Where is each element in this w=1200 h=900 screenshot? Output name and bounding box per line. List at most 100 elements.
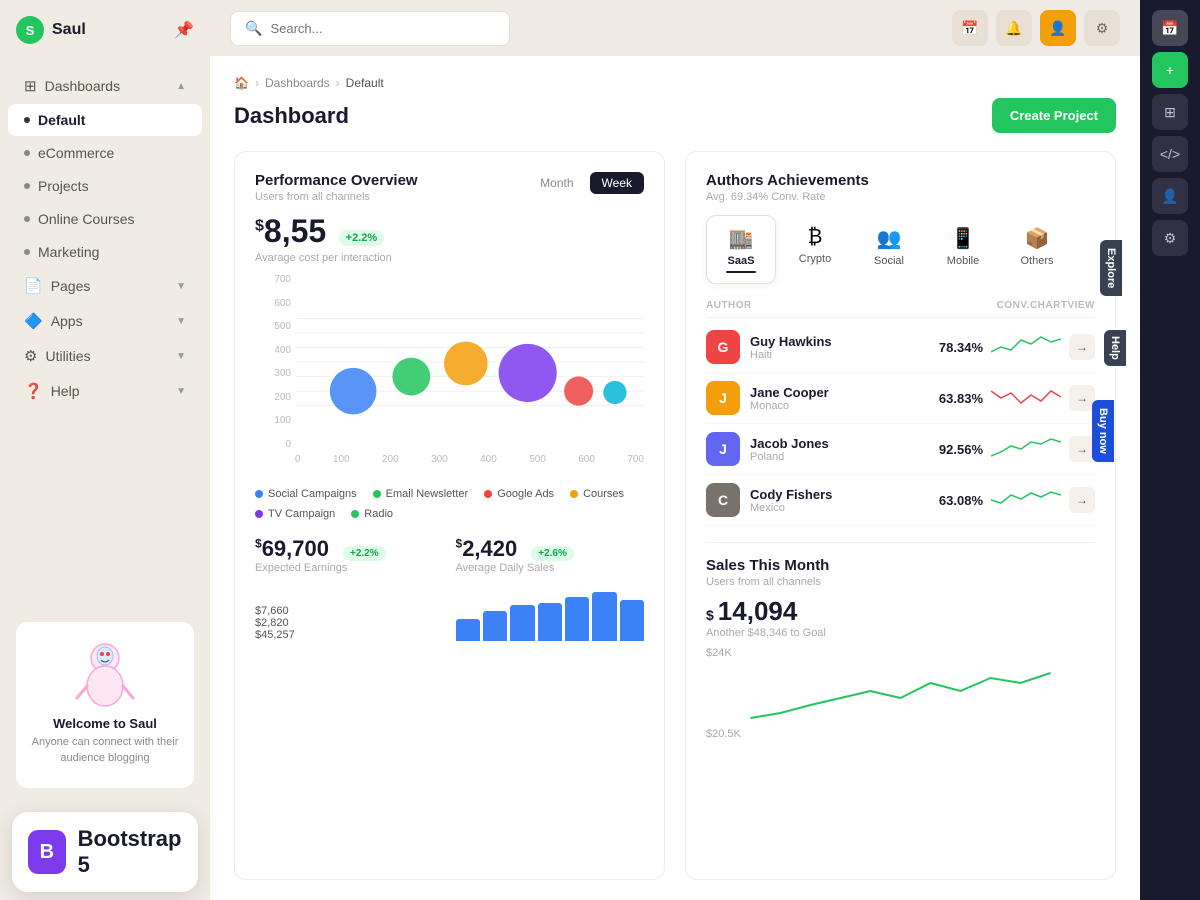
sidebar-item-utilities[interactable]: ⚙ Utilities ▼ [8, 339, 202, 373]
sidebar-item-help[interactable]: ❓ Help ▼ [8, 374, 202, 408]
legend-radio: Radio [351, 508, 393, 520]
pin-icon[interactable]: 📌 [174, 20, 194, 40]
gear-rp-btn[interactable]: ⚙ [1152, 220, 1188, 256]
page-title-row: Dashboard Create Project [234, 98, 1116, 133]
dot-icon [24, 249, 30, 255]
help-icon: ❓ [24, 382, 43, 400]
buy-now-label[interactable]: Buy now [1092, 400, 1114, 462]
search-input[interactable] [270, 21, 495, 36]
author-conv: 63.08% [939, 493, 983, 508]
sidebar-item-marketing[interactable]: Marketing [8, 236, 202, 268]
sidebar-item-pages[interactable]: 📄 Pages ▼ [8, 269, 202, 303]
bubble-social [330, 368, 377, 415]
page-title: Dashboard [234, 103, 349, 129]
mini-chart [991, 383, 1061, 413]
performance-title: Performance Overview [255, 172, 418, 189]
bar [620, 600, 644, 641]
crypto-label: Crypto [799, 253, 831, 265]
tab-month[interactable]: Month [528, 172, 585, 194]
user-rp-btn[interactable]: 👤 [1152, 178, 1188, 214]
authors-title: Authors Achievements [706, 172, 1095, 189]
view-button[interactable]: → [1069, 487, 1095, 513]
sales-chart [706, 663, 1095, 723]
grid-rp-btn[interactable]: ⊞ [1152, 94, 1188, 130]
col-view: View [1067, 300, 1095, 311]
mini-chart [991, 434, 1061, 464]
sidebar-label-projects: Projects [38, 178, 89, 194]
bubble-radio [564, 377, 593, 406]
sidebar-item-default[interactable]: Default [8, 104, 202, 136]
performance-badge: +2.2% [339, 230, 385, 246]
search-box[interactable]: 🔍 [230, 11, 510, 46]
authors-subtitle: Avg. 69.34% Conv. Rate [706, 191, 1095, 203]
help-label[interactable]: Help [1104, 330, 1126, 366]
legend-google: Google Ads [484, 488, 554, 500]
mobile-label: Mobile [947, 255, 979, 267]
table-row: G Guy Hawkins Haiti 78.34% → [706, 322, 1095, 373]
breadcrumb-current: Default [346, 76, 384, 90]
performance-card: Performance Overview Users from all chan… [234, 151, 665, 880]
daily-sales-badge: +2.6% [531, 546, 574, 561]
tab-others[interactable]: 📦 Others [1002, 215, 1072, 284]
view-button[interactable]: → [1069, 334, 1095, 360]
sidebar-item-dashboards[interactable]: ⊞ Dashboards ▲ [8, 69, 202, 103]
author-info: G Guy Hawkins Haiti [706, 330, 931, 364]
settings-btn[interactable]: ⚙ [1084, 10, 1120, 46]
notification-btn[interactable]: 🔔 [996, 10, 1032, 46]
tab-week[interactable]: Week [590, 172, 644, 194]
chevron-down-icon: ▼ [176, 316, 186, 327]
performance-label: Avarage cost per interaction [255, 252, 644, 264]
avatar: J [706, 381, 740, 415]
calendar-rp-btn[interactable]: 📅 [1152, 10, 1188, 46]
avatar: G [706, 330, 740, 364]
breadcrumb-dashboards[interactable]: Dashboards [265, 76, 330, 90]
bar [592, 592, 616, 642]
chevron-up-icon: ▲ [176, 81, 186, 92]
tab-saas[interactable]: 🏬 SaaS [706, 215, 776, 284]
author-info: C Cody Fishers Mexico [706, 483, 931, 517]
legend-courses: Courses [570, 488, 624, 500]
explore-label[interactable]: Explore [1100, 240, 1122, 296]
topbar: 🔍 📅 🔔 👤 ⚙ [210, 0, 1140, 56]
sidebar-header: S Saul 📌 [0, 0, 210, 60]
legend-dot [484, 490, 492, 498]
tab-crypto[interactable]: ₿ Crypto [780, 215, 850, 284]
legend-dot [255, 510, 263, 518]
sidebar-label-online-courses: Online Courses [38, 211, 135, 227]
add-rp-btn[interactable]: + [1152, 52, 1188, 88]
bubble-ads [444, 342, 488, 386]
sidebar-item-ecommerce[interactable]: eCommerce [8, 137, 202, 169]
bar [483, 611, 507, 641]
avatar-btn[interactable]: 👤 [1040, 10, 1076, 46]
others-icon: 📦 [1025, 226, 1050, 251]
sidebar-item-online-courses[interactable]: Online Courses [8, 203, 202, 235]
welcome-subtitle: Anyone can connect with their audience b… [28, 735, 182, 766]
performance-value: $8,55 [255, 213, 326, 249]
page-area: 🏠 › Dashboards › Default Dashboard Creat… [210, 56, 1140, 900]
bar [538, 603, 562, 642]
tab-mobile[interactable]: 📱 Mobile [928, 215, 998, 284]
sales-month-value: 14,094 [718, 596, 798, 627]
author-name: Jane Cooper [750, 385, 829, 400]
main-content: 🔍 📅 🔔 👤 ⚙ 🏠 › Dashboards › Default Dashb… [210, 0, 1140, 900]
avatar: J [706, 432, 740, 466]
code-rp-btn[interactable]: </> [1152, 136, 1188, 172]
earnings-badge: +2.2% [343, 546, 386, 561]
sidebar-label-marketing: Marketing [38, 244, 99, 260]
bubble-chart: 7006005004003002001000 [255, 274, 644, 474]
social-label: Social [874, 255, 904, 267]
sidebar-label-dashboards: Dashboards [45, 78, 121, 94]
create-project-button[interactable]: Create Project [992, 98, 1116, 133]
tab-social[interactable]: 👥 Social [854, 215, 924, 284]
performance-subtitle: Users from all channels [255, 191, 418, 203]
bubble-tv [499, 344, 557, 402]
calendar-btn[interactable]: 📅 [952, 10, 988, 46]
dot-icon [24, 183, 30, 189]
utilities-icon: ⚙ [24, 347, 37, 365]
sidebar-item-apps[interactable]: 🔷 Apps ▼ [8, 304, 202, 338]
sidebar-item-projects[interactable]: Projects [8, 170, 202, 202]
search-icon: 🔍 [245, 20, 262, 37]
breadcrumb-home-icon: 🏠 [234, 76, 249, 90]
dashboard-grid: Performance Overview Users from all chan… [234, 151, 1116, 880]
table-row: J Jacob Jones Poland 92.56% → [706, 424, 1095, 475]
